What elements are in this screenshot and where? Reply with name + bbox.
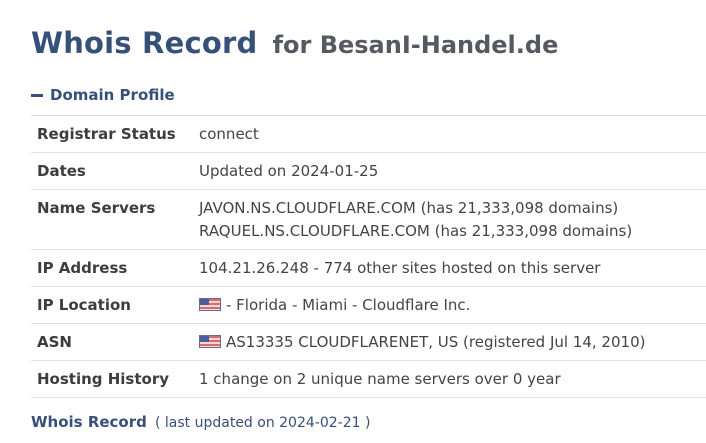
whois-record-footer: Whois Record ( last updated on 2024-02-2… [31,412,370,431]
row-name-servers: Name Servers JAVON.NS.CLOUDFLARE.COM (ha… [31,190,706,250]
row-label: Registrar Status [37,125,176,143]
domain-profile-table: Registrar Status connect Dates Updated o… [31,115,706,398]
page-title-main: Whois Record [31,26,258,60]
row-value: 1 change on 2 unique name servers over 0… [199,369,561,388]
row-value: AS13335 CLOUDFLARENET, US (registered Ju… [199,331,645,354]
row-label: IP Address [37,259,128,277]
row-registrar-status: Registrar Status connect [31,116,706,153]
row-label: Name Servers [37,199,156,217]
row-label: Dates [37,162,86,180]
us-flag-icon [199,334,221,348]
last-updated-note: ( last updated on 2024-02-21 ) [154,415,371,431]
row-label: Hosting History [37,370,170,388]
row-ip-location: IP Location - Florida - Miami - Cloudfla… [31,287,706,324]
domain-profile-toggle[interactable]: Domain Profile [31,86,175,104]
row-dates: Dates Updated on 2024-01-25 [31,153,706,190]
row-asn: ASN AS13335 CLOUDFLARENET, US (registere… [31,324,706,361]
ip-location-text: - Florida - Miami - Cloudflare Inc. [226,295,471,314]
row-value: 104.21.26.248 - 774 other sites hosted o… [199,258,601,277]
collapse-minus-icon [31,93,43,97]
row-label: IP Location [37,296,131,314]
us-flag-icon [199,297,221,311]
row-label: ASN [37,333,72,351]
whois-record-heading: Whois Record [31,413,147,431]
asn-text: AS13335 CLOUDFLARENET, US (registered Ju… [226,332,646,351]
row-hosting-history: Hosting History 1 change on 2 unique nam… [31,361,706,398]
name-server-line: RAQUEL.NS.CLOUDFLARE.COM (has 21,333,098… [199,222,633,240]
row-value: - Florida - Miami - Cloudflare Inc. [199,294,470,317]
name-server-line: JAVON.NS.CLOUDFLARE.COM (has 21,333,098 … [199,199,619,217]
row-value: JAVON.NS.CLOUDFLARE.COM (has 21,333,098 … [199,197,632,243]
whois-page: Whois Record for BesanI-Handel.de Domain… [0,0,706,443]
domain-profile-label: Domain Profile [50,86,175,104]
page-title: Whois Record for BesanI-Handel.de [31,22,558,65]
row-value: Updated on 2024-01-25 [199,161,379,180]
row-value: connect [199,124,259,143]
page-title-domain: for BesanI-Handel.de [272,31,559,59]
row-ip-address: IP Address 104.21.26.248 - 774 other sit… [31,250,706,287]
